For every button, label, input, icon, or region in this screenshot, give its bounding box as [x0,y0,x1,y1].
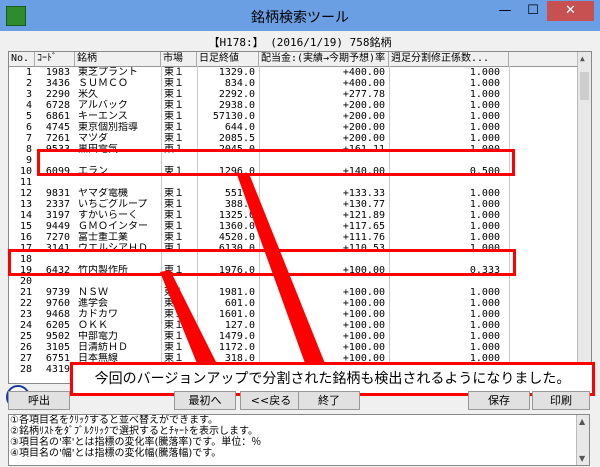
first-button[interactable]: 最初へ [174,391,236,410]
note-line: ②銘柄ﾘｽﾄをﾀﾞﾌﾞﾙｸﾘｯｸで選択するとﾁｬｰﾄを表示します。 [10,426,258,437]
save-button[interactable]: 保存 [468,391,530,410]
arrow-to-takeuchi [160,270,218,366]
scroll-up-icon[interactable]: ▲ [579,416,585,427]
back-button[interactable]: <<戻る [240,391,302,410]
note-line: ③項目名の'率'とは指標の変化率(騰落率)です。単位：％ [10,437,262,448]
notes-scrollbar[interactable]: ▲ ▼ [576,415,589,465]
instructions-panel: ①各項目名をｸﾘｯｸすると並べ替えができます。 ②銘柄ﾘｽﾄをﾀﾞﾌﾞﾙｸﾘｯｸ… [8,414,590,466]
end-button[interactable]: 終了 [298,391,360,410]
scroll-down-icon[interactable]: ▼ [579,453,585,464]
print-button[interactable]: 印刷 [532,391,590,410]
arrow-to-elan [236,172,326,366]
app-window: 銘柄検索ツール — ☐ ✕ 【H178:】 (2016/1/19) 758銘柄 … [0,0,600,467]
note-line: ①各項目名をｸﾘｯｸすると並べ替えができます。 [10,415,218,426]
note-line: ④項目名の'幅'とは指標の変化幅(騰落幅)です。 [10,448,222,459]
call-button[interactable]: 呼出 [8,391,70,410]
